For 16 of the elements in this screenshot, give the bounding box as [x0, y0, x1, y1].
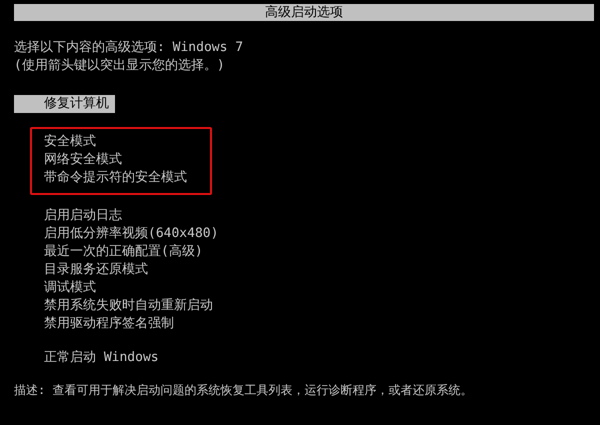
- description-text: 描述: 查看可用于解决启动问题的系统恢复工具列表，运行诊断程序，或者还原系统。: [14, 382, 472, 399]
- boot-option[interactable]: 启用低分辨率视频(640x480): [14, 225, 224, 243]
- instruction-text: (使用箭头键以突出显示您的选择。): [14, 57, 225, 75]
- boot-option[interactable]: 目录服务还原模式: [14, 261, 154, 279]
- boot-option[interactable]: 正常启动 Windows: [14, 349, 165, 367]
- screen-title: 高级启动选项: [14, 4, 594, 21]
- boot-option[interactable]: 修复计算机: [14, 95, 115, 113]
- boot-option[interactable]: 最近一次的正确配置(高级): [14, 243, 209, 261]
- boot-option[interactable]: 禁用系统失败时自动重新启动: [14, 297, 219, 315]
- boot-option[interactable]: 安全模式: [14, 133, 102, 151]
- boot-option[interactable]: 启用启动日志: [14, 207, 128, 225]
- boot-option[interactable]: 禁用驱动程序签名强制: [14, 315, 180, 333]
- boot-option[interactable]: 网络安全模式: [14, 151, 128, 169]
- instruction-text: 选择以下内容的高级选项: Windows 7: [14, 39, 244, 57]
- boot-option[interactable]: 带命令提示符的安全模式: [14, 169, 193, 187]
- boot-option[interactable]: 调试模式: [14, 279, 102, 297]
